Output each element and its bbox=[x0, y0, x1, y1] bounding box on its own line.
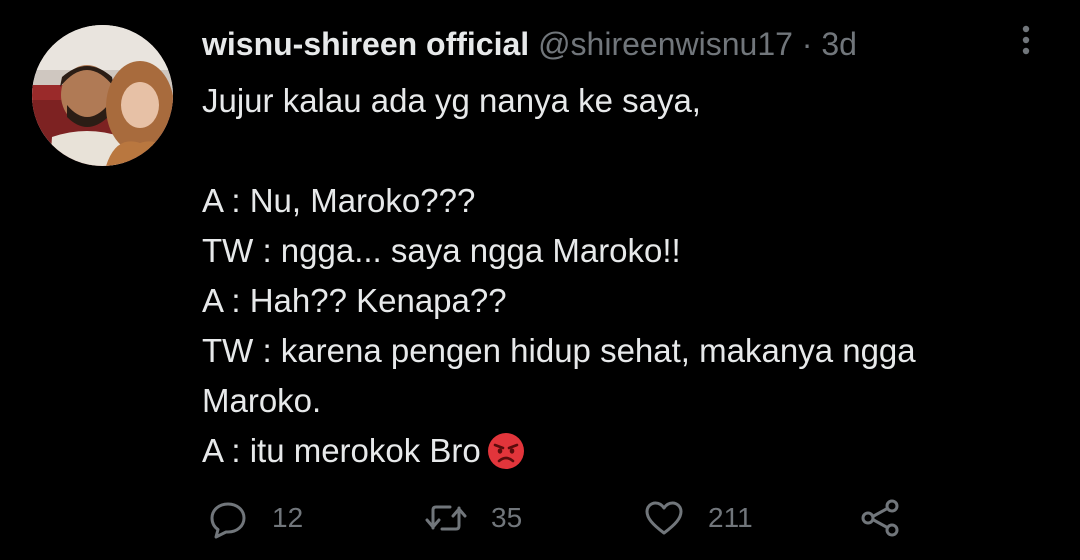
tweet-line-text: A : itu merokok Bro bbox=[202, 432, 481, 469]
angry-face-emoji bbox=[487, 432, 525, 484]
avatar[interactable] bbox=[32, 25, 173, 166]
like-button[interactable]: 211 bbox=[642, 490, 753, 546]
reply-icon bbox=[206, 496, 250, 540]
tweet-text: Jujur kalau ada yg nanya ke saya, A : Nu… bbox=[202, 76, 1022, 484]
retweet-icon bbox=[423, 496, 469, 540]
reply-count: 12 bbox=[272, 502, 304, 533]
reply-button[interactable]: 12 bbox=[206, 490, 303, 546]
retweet-button[interactable]: 35 bbox=[423, 490, 522, 546]
timestamp[interactable]: 3d bbox=[821, 26, 857, 62]
like-count: 211 bbox=[708, 502, 753, 533]
tweet-line: TW : ngga... saya ngga Maroko!! bbox=[202, 232, 681, 269]
heart-icon bbox=[642, 496, 686, 540]
tweet-header: wisnu-shireen official @shireenwisnu17 ·… bbox=[202, 24, 857, 64]
tweet-line: Jujur kalau ada yg nanya ke saya, bbox=[202, 82, 701, 119]
tweet-line: TW : karena pengen hidup sehat, makanya … bbox=[202, 332, 916, 369]
more-vertical-icon[interactable] bbox=[1014, 24, 1038, 58]
user-handle[interactable]: @shireenwisnu17 bbox=[538, 26, 793, 62]
retweet-count: 35 bbox=[491, 502, 523, 533]
tweet[interactable]: wisnu-shireen official @shireenwisnu17 ·… bbox=[0, 0, 1080, 560]
tweet-line: A : Hah?? Kenapa?? bbox=[202, 282, 507, 319]
display-name[interactable]: wisnu-shireen official bbox=[202, 26, 529, 62]
separator-dot: · bbox=[801, 26, 813, 62]
tweet-actions: 12 35 211 bbox=[0, 490, 1080, 546]
tweet-line: A : Nu, Maroko??? bbox=[202, 182, 476, 219]
tweet-line-last: A : itu merokok Bro bbox=[202, 426, 1022, 484]
tweet-line: Maroko. bbox=[202, 382, 322, 419]
share-icon bbox=[858, 496, 904, 540]
share-button[interactable] bbox=[858, 490, 904, 546]
